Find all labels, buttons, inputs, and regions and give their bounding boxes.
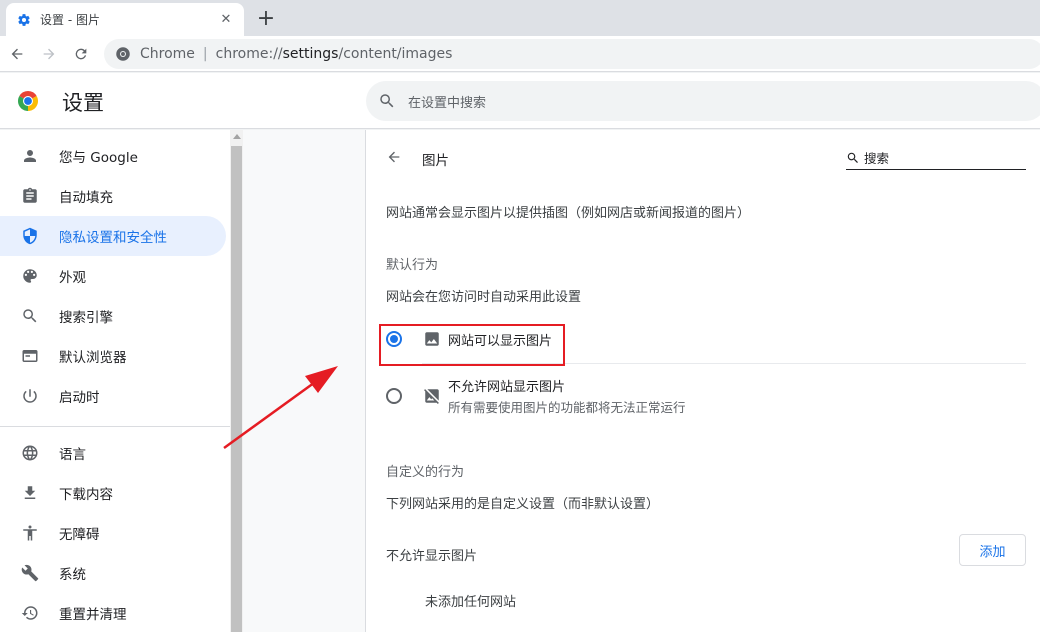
image-off-icon xyxy=(424,389,439,404)
shield-icon xyxy=(20,226,40,246)
arrow-right-icon xyxy=(43,48,55,60)
images-settings-card: 图片 搜索 网站通常会显示图片以提供插图（例如网店或新闻报道的图片） 默认行为 … xyxy=(365,130,1040,632)
gear-icon xyxy=(16,12,32,28)
images-description: 网站通常会显示图片以提供插图（例如网店或新闻报道的图片） xyxy=(386,206,751,221)
history-icon xyxy=(20,603,40,623)
reload-button[interactable] xyxy=(69,42,93,66)
sidebar-item-reset-cleanup[interactable]: 重置并清理 xyxy=(0,593,226,632)
empty-list-text: 未添加任何网站 xyxy=(425,595,517,610)
back-button[interactable] xyxy=(5,42,29,66)
sidebar: 您与 Google 自动填充 隐私设置和安全性 外观 搜索引擎 默认浏览器 启动… xyxy=(0,130,230,632)
toolbar: Chrome | chrome://settings/content/image… xyxy=(0,36,1040,72)
page-title: 设置 xyxy=(62,91,104,115)
back-button[interactable] xyxy=(384,147,404,167)
chrome-logo-icon xyxy=(18,91,38,111)
person-icon xyxy=(20,146,40,166)
sidebar-item-downloads[interactable]: 下载内容 xyxy=(0,473,226,513)
sidebar-divider xyxy=(0,426,230,427)
sidebar-item-default-browser[interactable]: 默认浏览器 xyxy=(0,336,226,376)
search-icon xyxy=(380,94,394,108)
sidebar-item-privacy-security[interactable]: 隐私设置和安全性 xyxy=(0,216,226,256)
settings-search-input[interactable]: 在设置中搜索 xyxy=(366,81,1040,121)
new-tab-button[interactable]: + xyxy=(254,7,278,31)
chrome-site-icon xyxy=(116,47,130,61)
accessibility-icon xyxy=(20,523,40,543)
subpage-title: 图片 xyxy=(422,153,449,169)
subpage-search-placeholder: 搜索 xyxy=(864,151,890,166)
browser-icon xyxy=(20,346,40,366)
settings-header: 设置 在设置中搜索 xyxy=(0,73,1040,129)
sidebar-item-system[interactable]: 系统 xyxy=(0,553,226,593)
annotation-highlight-box xyxy=(379,324,565,366)
tab-title: 设置 - 图片 xyxy=(40,13,100,27)
sidebar-item-appearance[interactable]: 外观 xyxy=(0,256,226,296)
sidebar-item-languages[interactable]: 语言 xyxy=(0,433,226,473)
sidebar-item-on-startup[interactable]: 启动时 xyxy=(0,376,226,416)
globe-icon xyxy=(20,443,40,463)
sidebar-item-autofill[interactable]: 自动填充 xyxy=(0,176,226,216)
add-site-button[interactable]: 添加 xyxy=(959,534,1026,566)
arrow-left-icon xyxy=(11,48,23,60)
wrench-icon xyxy=(20,563,40,583)
reload-icon xyxy=(75,48,87,60)
address-bar[interactable]: Chrome | chrome://settings/content/image… xyxy=(104,39,1040,69)
arrow-left-icon xyxy=(388,151,400,163)
content-gutter xyxy=(243,130,365,632)
subpage-search-input[interactable]: 搜索 xyxy=(846,146,1026,170)
download-icon xyxy=(20,483,40,503)
scroll-up-icon[interactable] xyxy=(233,134,241,139)
option-block-images-sublabel: 所有需要使用图片的功能都将无法正常运行 xyxy=(448,400,686,415)
tab-settings-images[interactable]: 设置 - 图片 ✕ xyxy=(6,3,244,36)
radio-block-images[interactable] xyxy=(386,388,402,404)
search-icon xyxy=(20,306,40,326)
default-behavior-heading: 默认行为 xyxy=(386,258,439,273)
url-text: chrome://settings/content/images xyxy=(215,46,453,62)
sidebar-item-search-engine[interactable]: 搜索引擎 xyxy=(0,296,226,336)
clipboard-icon xyxy=(20,186,40,206)
sidebar-item-accessibility[interactable]: 无障碍 xyxy=(0,513,226,553)
omnibox-separator: | xyxy=(202,46,208,62)
site-chip-label: Chrome xyxy=(140,46,195,62)
custom-behavior-description: 下列网站采用的是自定义设置（而非默认设置） xyxy=(386,497,660,512)
option-block-images-label: 不允许网站显示图片 xyxy=(448,380,566,395)
custom-behavior-heading: 自定义的行为 xyxy=(386,465,465,480)
close-icon[interactable]: ✕ xyxy=(218,12,234,28)
blocked-list-heading: 不允许显示图片 xyxy=(386,549,478,564)
forward-button[interactable] xyxy=(37,42,61,66)
sidebar-scrollbar[interactable] xyxy=(230,130,243,632)
search-icon xyxy=(847,152,858,163)
default-behavior-description: 网站会在您访问时自动采用此设置 xyxy=(386,290,582,305)
power-icon xyxy=(20,386,40,406)
search-placeholder: 在设置中搜索 xyxy=(408,95,487,111)
sidebar-item-you-and-google[interactable]: 您与 Google xyxy=(0,136,226,176)
palette-icon xyxy=(20,266,40,286)
scrollbar-thumb[interactable] xyxy=(231,146,242,632)
tab-strip: 设置 - 图片 ✕ + xyxy=(0,0,1040,36)
